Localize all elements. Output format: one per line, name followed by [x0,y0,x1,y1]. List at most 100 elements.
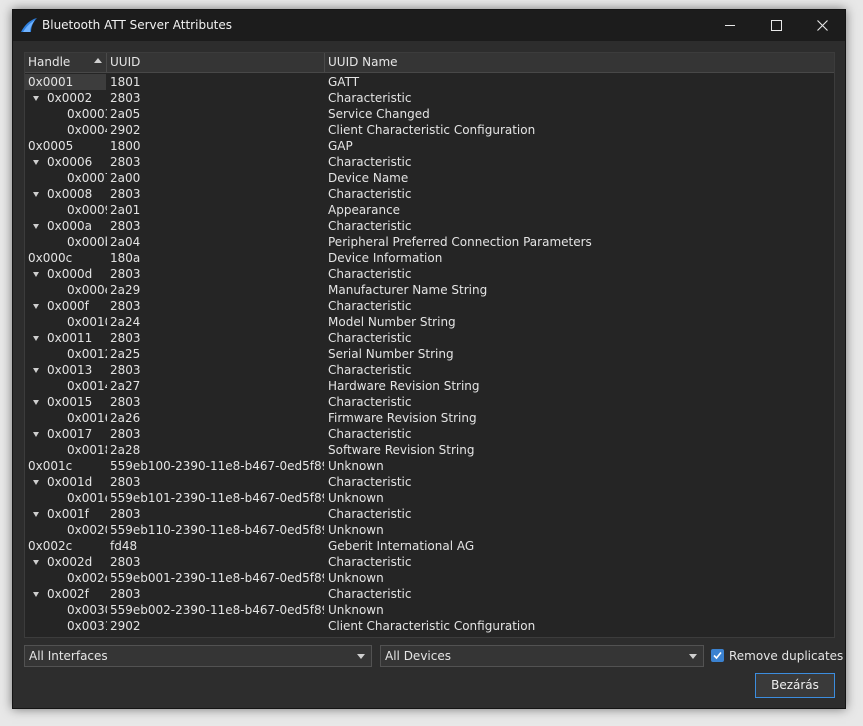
uuid-name-cell: Characteristic [328,299,412,313]
handle-cell: 0x0001 [25,74,107,90]
devices-dropdown[interactable]: All Devices [380,645,704,667]
handle-value: 0x001e [67,491,107,505]
table-row[interactable]: 0x00182a28 Software Revision String [25,442,834,458]
expand-arrow-icon[interactable] [33,304,39,309]
maximize-button[interactable] [753,10,799,41]
uuid-name-cell: Firmware Revision String [328,411,477,425]
uuid-cell: 2a24 [110,315,141,329]
expand-arrow-icon[interactable] [33,368,39,373]
table-row[interactable]: 0x0011 2803 Characteristic [25,330,834,346]
uuid-name-cell: Client Characteristic Configuration [328,123,536,137]
uuid-name-cell: Software Revision String [328,443,475,457]
handle-value: 0x0014 [67,379,107,393]
uuid-cell: 2803 [110,395,141,409]
table-row[interactable]: 0x001e559eb101-2390-11e8-b467-0ed5f89f71… [25,490,834,506]
expand-arrow-icon[interactable] [33,272,39,277]
column-header-handle[interactable]: Handle [25,53,107,72]
table-row[interactable]: 0x002c fd48 Geberit International AG [25,538,834,554]
table-row[interactable]: 0x000a 2803 Characteristic [25,218,834,234]
expand-arrow-icon[interactable] [33,480,39,485]
handle-cell: 0x0005 [25,138,107,154]
table-row[interactable]: 0x002d 2803 Characteristic [25,554,834,570]
expand-arrow-icon[interactable] [33,192,39,197]
uuid-cell: 2803 [110,219,141,233]
table-row[interactable]: 0x000e2a29 Manufacturer Name String [25,282,834,298]
uuid-cell: 2a05 [110,107,141,121]
column-header-uuid[interactable]: UUID [107,53,325,72]
handle-cell: 0x000a [25,218,107,234]
table-row[interactable]: 0x002e559eb001-2390-11e8-b467-0ed5f89f71… [25,570,834,586]
table-row[interactable]: 0x000b2a04 Peripheral Preferred Connectio… [25,234,834,250]
handle-cell: 0x0017 [25,426,107,442]
table-row[interactable]: 0x001d 2803 Characteristic [25,474,834,490]
handle-cell: 0x000b [25,234,107,250]
table-row[interactable]: 0x00032a05 Service Changed [25,106,834,122]
expand-arrow-icon[interactable] [33,432,39,437]
table-row[interactable]: 0x00122a25 Serial Number String [25,346,834,362]
title-bar[interactable]: Bluetooth ATT Server Attributes [13,10,845,41]
chevron-down-icon [689,654,697,659]
uuid-name-cell: Characteristic [328,91,412,105]
remove-duplicates-checkbox[interactable] [711,649,724,662]
handle-cell: 0x0004 [25,122,107,138]
close-button[interactable]: Bezárás [755,673,835,698]
expand-arrow-icon[interactable] [33,560,39,565]
table-row[interactable]: 0x00072a00 Device Name [25,170,834,186]
attributes-tree[interactable]: Handle UUID UUID Name 0x0001 1801 GATT 0x00… [24,52,835,638]
table-row[interactable]: 0x0015 2803 Characteristic [25,394,834,410]
interfaces-dropdown[interactable]: All Interfaces [24,645,372,667]
expand-arrow-icon[interactable] [33,400,39,405]
table-row[interactable]: 0x00142a27 Hardware Revision String [25,378,834,394]
handle-value: 0x0017 [47,427,93,441]
column-header-uuid-name[interactable]: UUID Name [325,53,834,72]
handle-cell: 0x0011 [25,330,107,346]
table-row[interactable]: 0x0020559eb110-2390-11e8-b467-0ed5f89f71… [25,522,834,538]
uuid-cell: 2803 [110,587,141,601]
table-row[interactable]: 0x00102a24 Model Number String [25,314,834,330]
uuid-cell: 559eb100-2390-11e8-b467-0ed5f89f718b [110,459,324,473]
table-row[interactable]: 0x0002 2803 Characteristic [25,90,834,106]
table-row[interactable]: 0x0017 2803 Characteristic [25,426,834,442]
table-row[interactable]: 0x00162a26 Firmware Revision String [25,410,834,426]
uuid-name-cell: Serial Number String [328,347,454,361]
expand-arrow-icon[interactable] [33,96,39,101]
handle-value: 0x000e [67,283,107,297]
handle-cell: 0x0018 [25,442,107,458]
handle-cell: 0x0012 [25,346,107,362]
handle-cell: 0x0006 [25,154,107,170]
minimize-button[interactable] [707,10,753,41]
table-row[interactable]: 0x0001 1801 GATT [25,74,834,90]
handle-cell: 0x000d [25,266,107,282]
handle-cell: 0x002e [25,570,107,586]
expand-arrow-icon[interactable] [33,224,39,229]
handle-value: 0x0007 [67,171,107,185]
window-title: Bluetooth ATT Server Attributes [42,18,233,32]
table-row[interactable]: 0x002f 2803 Characteristic [25,586,834,602]
table-row[interactable]: 0x000c 180a Device Information [25,250,834,266]
expand-arrow-icon[interactable] [33,592,39,597]
handle-value: 0x0002 [47,91,93,105]
table-row[interactable]: 0x001f 2803 Characteristic [25,506,834,522]
handle-value: 0x0020 [67,523,107,537]
table-row[interactable]: 0x0013 2803 Characteristic [25,362,834,378]
table-row[interactable]: 0x000d 2803 Characteristic [25,266,834,282]
table-row[interactable]: 0x00312902 Client Characteristic Configur… [25,618,834,634]
uuid-name-cell: Peripheral Preferred Connection Paramete… [328,235,592,249]
table-row[interactable]: 0x0008 2803 Characteristic [25,186,834,202]
table-row[interactable]: 0x00092a01 Appearance [25,202,834,218]
uuid-name-cell: Characteristic [328,587,412,601]
table-row[interactable]: 0x0030559eb002-2390-11e8-b467-0ed5f89f71… [25,602,834,618]
table-row[interactable]: 0x0005 1800 GAP [25,138,834,154]
table-row[interactable]: 0x000f 2803 Characteristic [25,298,834,314]
uuid-cell: 559eb101-2390-11e8-b467-0ed5f89f718b [110,491,324,505]
handle-cell: 0x0014 [25,378,107,394]
uuid-name-cell: Characteristic [328,507,412,521]
uuid-name-cell: Device Name [328,171,409,185]
expand-arrow-icon[interactable] [33,512,39,517]
expand-arrow-icon[interactable] [33,160,39,165]
table-row[interactable]: 0x001c 559eb100-2390-11e8-b467-0ed5f89f71… [25,458,834,474]
close-window-button[interactable] [799,10,845,41]
expand-arrow-icon[interactable] [33,336,39,341]
table-row[interactable]: 0x0006 2803 Characteristic [25,154,834,170]
table-row[interactable]: 0x00042902 Client Characteristic Configur… [25,122,834,138]
